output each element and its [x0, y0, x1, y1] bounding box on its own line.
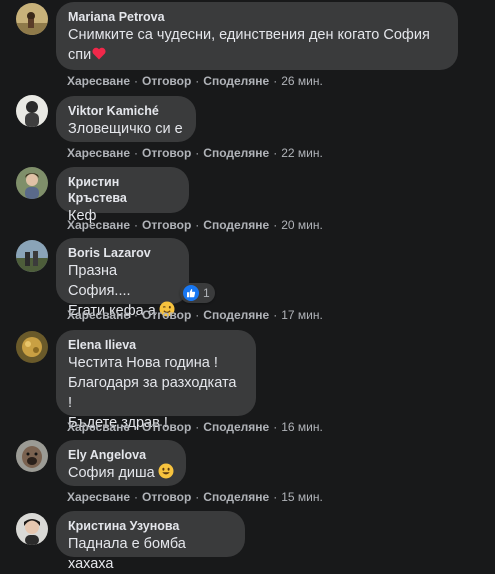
comment-actions: Харесване · Отговор · Споделяне · 22 мин.: [67, 146, 323, 160]
comment-time[interactable]: 26 мин.: [281, 74, 323, 88]
comment-bubble: Кристин Кръстева Кеф: [56, 167, 189, 224]
avatar[interactable]: [16, 240, 48, 272]
comment-bubble: Кристина Узунова Паднала е бомба хахаха: [56, 511, 245, 572]
reply-action[interactable]: Отговор: [142, 490, 191, 504]
comment-author[interactable]: Boris Lazarov: [68, 245, 177, 261]
comment-actions: Харесване · Отговор · Споделяне · 26 мин.: [67, 74, 323, 88]
comment-actions: Харесване · Отговор · Споделяне · 20 мин.: [67, 218, 323, 232]
share-action[interactable]: Споделяне: [203, 218, 269, 232]
comment-author[interactable]: Кристина Узунова: [68, 518, 233, 534]
comment-actions: Харесване · Отговор · Споделяне · 15 мин.: [67, 490, 323, 504]
reply-action[interactable]: Отговор: [142, 420, 191, 434]
comment-time[interactable]: 16 мин.: [281, 420, 323, 434]
reply-action[interactable]: Отговор: [142, 146, 191, 160]
comment-time[interactable]: 15 мин.: [281, 490, 323, 504]
heart-emoji: [92, 47, 106, 60]
share-action[interactable]: Споделяне: [203, 74, 269, 88]
comment-text: София диша: [68, 463, 174, 483]
comment-actions: Харесване · Отговор · Споделяне · 17 мин.: [67, 308, 323, 322]
like-action[interactable]: Харесване: [67, 218, 130, 232]
comment-actions: Харесване · Отговор · Споделяне · 16 мин.: [67, 420, 323, 434]
comment-author[interactable]: Кристин Кръстева: [68, 174, 177, 206]
reply-action[interactable]: Отговор: [142, 308, 191, 322]
avatar[interactable]: [16, 3, 48, 35]
avatar[interactable]: [16, 95, 48, 127]
like-action[interactable]: Харесване: [67, 146, 130, 160]
avatar[interactable]: [16, 440, 48, 472]
comment-text: Паднала е бомба хахаха: [68, 534, 233, 574]
smiling-face-emoji: [158, 463, 174, 479]
reaction-count: 1: [203, 286, 210, 300]
comment-author[interactable]: Ely Angelova: [68, 447, 174, 463]
comment-text: Зловещичко си е: [68, 119, 184, 139]
reply-action[interactable]: Отговор: [142, 218, 191, 232]
comment-bubble: Boris Lazarov Празна София.... Егати кеф…: [56, 238, 189, 319]
comment-text-line: Празна София....: [68, 263, 131, 299]
comment-text-line: спи: [68, 47, 92, 63]
comment-text: Снимките са чудесни, единствения ден ког…: [68, 25, 446, 65]
like-icon: [183, 285, 199, 301]
comment-text-line: Паднала е бомба хахаха: [68, 536, 186, 572]
like-action[interactable]: Харесване: [67, 490, 130, 504]
like-action[interactable]: Харесване: [67, 74, 130, 88]
comment-bubble: Elena Ilieva Честита Нова година ! Благо…: [56, 330, 256, 431]
comment-bubble: Viktor Kamiché Зловещичко си е: [56, 96, 196, 142]
comment-time[interactable]: 17 мин.: [281, 308, 323, 322]
comment-author[interactable]: Elena Ilieva: [68, 337, 244, 353]
share-action[interactable]: Споделяне: [203, 308, 269, 322]
reaction-badge[interactable]: 1: [180, 283, 215, 303]
comment-text-line: Честита Нова година !: [68, 355, 218, 371]
share-action[interactable]: Споделяне: [203, 490, 269, 504]
comment-bubble: Ely Angelova София диша: [56, 440, 186, 486]
comment-time[interactable]: 20 мин.: [281, 218, 323, 232]
reply-action[interactable]: Отговор: [142, 74, 191, 88]
comment-author[interactable]: Mariana Petrova: [68, 9, 446, 25]
comment-text-line: Снимките са чудесни, единствения ден ког…: [68, 27, 430, 43]
share-action[interactable]: Споделяне: [203, 146, 269, 160]
comment-text-line: Зловещичко си е: [68, 121, 183, 137]
comment-author[interactable]: Viktor Kamiché: [68, 103, 184, 119]
like-action[interactable]: Харесване: [67, 308, 130, 322]
comment-time[interactable]: 22 мин.: [281, 146, 323, 160]
avatar[interactable]: [16, 167, 48, 199]
share-action[interactable]: Споделяне: [203, 420, 269, 434]
comment-text-line: София диша: [68, 465, 155, 481]
comment-text-line: Благодаря за разходката !: [68, 375, 237, 411]
avatar[interactable]: [16, 513, 48, 545]
like-action[interactable]: Харесване: [67, 420, 130, 434]
avatar[interactable]: [16, 331, 48, 363]
comment-bubble: Mariana Petrova Снимките са чудесни, еди…: [56, 2, 458, 70]
